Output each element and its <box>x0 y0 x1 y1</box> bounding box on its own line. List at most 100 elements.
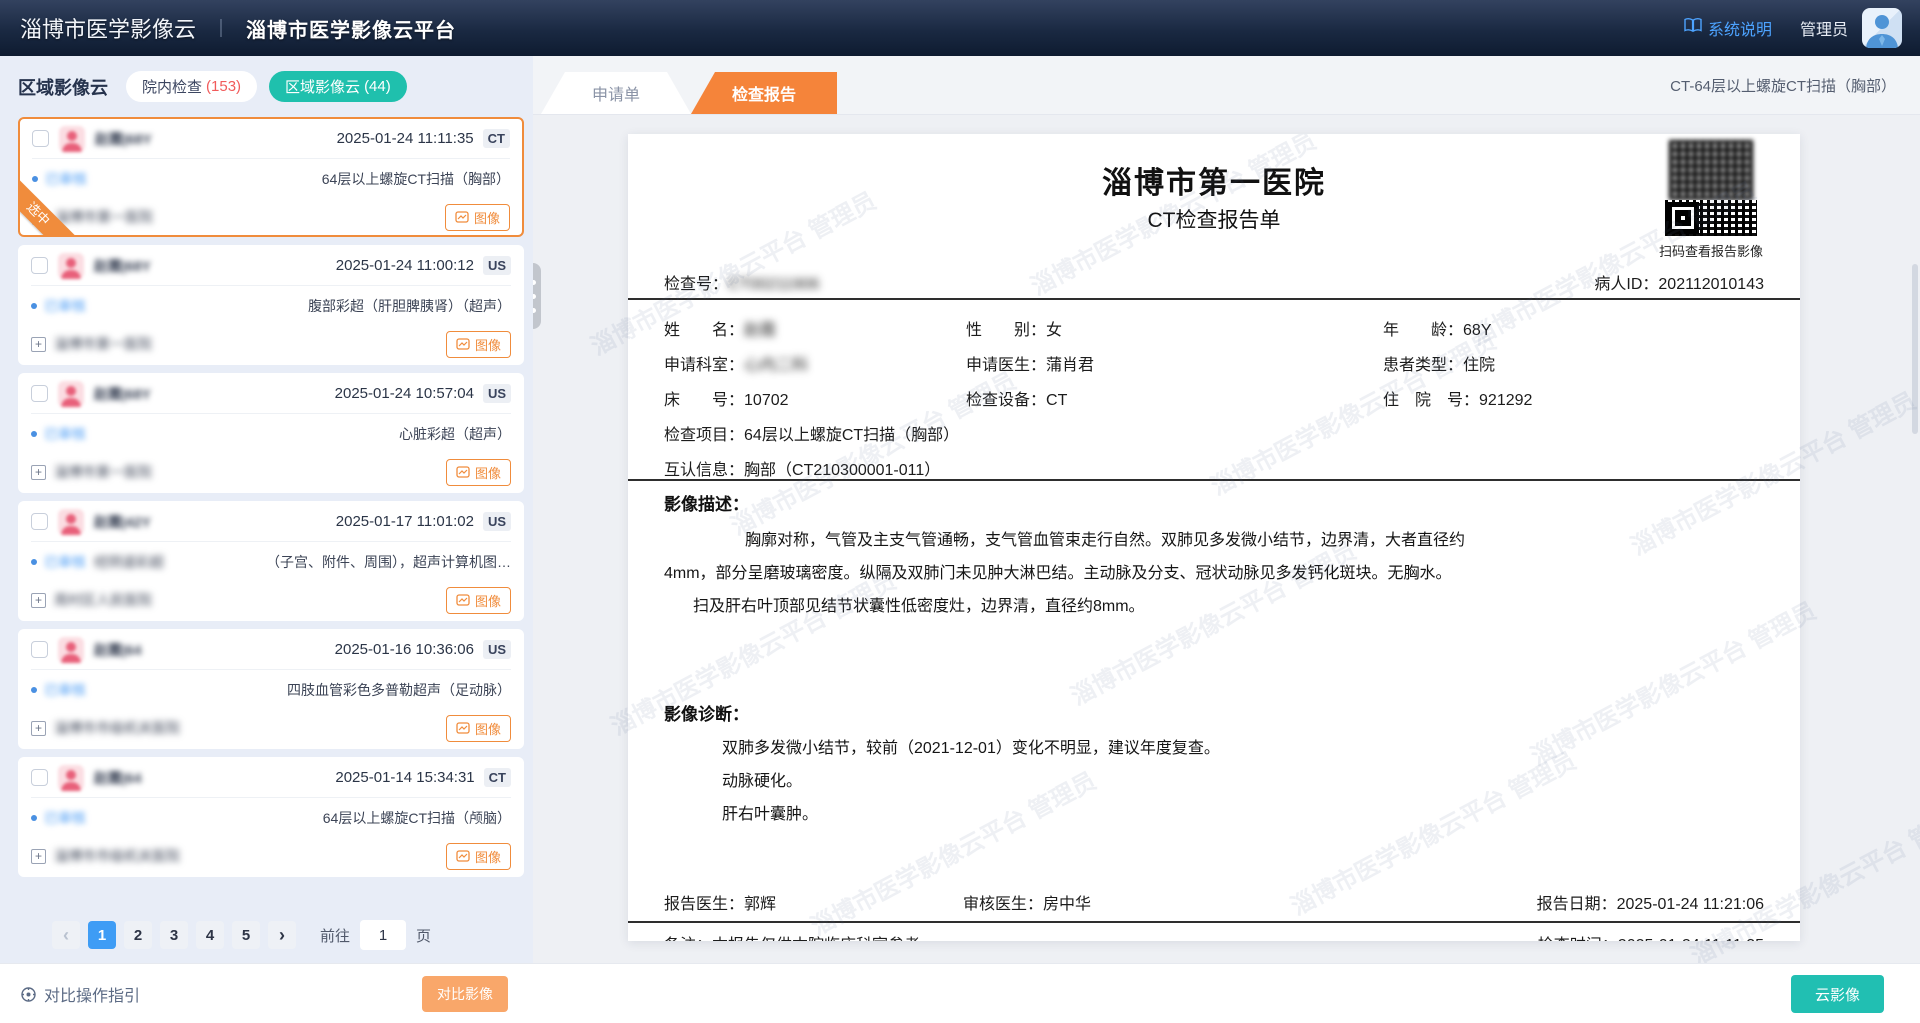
card-row-identity: 赵霞|64 2025-01-14 15:34:31 CT <box>31 758 511 798</box>
exam-number-row: 检查号：CT00211906 <box>664 270 819 294</box>
card-row-hospital: 淄博市市级机关医院 图像 <box>31 710 511 746</box>
tab-request-form[interactable]: 申请单 <box>541 72 691 114</box>
page-button-2[interactable]: 2 <box>124 921 152 949</box>
compare-guide-link[interactable]: 对比操作指引 <box>20 964 140 1023</box>
report-type-title: CT检查报告单 <box>628 204 1800 234</box>
current-exam-context: CT-64层以上螺旋CT扫描（胸部） <box>1670 56 1896 115</box>
note-text: 备注：本报告仅供本院临床科室参考 <box>664 937 920 941</box>
exam-datetime: 2025-01-24 11:11:35 <box>337 130 474 147</box>
next-page-button[interactable] <box>268 921 296 949</box>
field-department: 申请科室：心内二科 <box>664 351 966 375</box>
page-button-1[interactable]: 1 <box>88 921 116 949</box>
user-avatar[interactable] <box>1862 8 1902 48</box>
patient-avatar <box>58 509 84 535</box>
goto-page: 前往 页 <box>320 920 431 950</box>
patient-avatar <box>58 253 84 279</box>
sidebar-collapse-handle[interactable] <box>533 263 541 329</box>
report-paper: 淄博市第一医院 CT检查报告单 扫码查看报告影像 检查号：CT00211906 … <box>628 134 1800 941</box>
card-row-identity: 赵霞|68Y 2025-01-24 10:57:04 US <box>31 374 511 414</box>
tab-count: (153) <box>206 78 241 95</box>
cloud-images-button[interactable]: 云影像 <box>1791 975 1884 1013</box>
tab-in-hospital-exams[interactable]: 院内检查 (153) <box>126 71 257 102</box>
main-panel: 申请单 检查报告 CT-64层以上螺旋CT扫描（胸部） 淄博市第一医院 CT检查… <box>533 56 1920 1023</box>
review-doctor: 审核医生：房中华 <box>963 890 1091 914</box>
qr-code-block: 扫码查看报告影像 <box>1656 140 1766 260</box>
patient-name: 赵霞|64 <box>94 640 142 660</box>
card-checkbox[interactable] <box>31 257 48 274</box>
sidebar-header: 区域影像云 院内检查 (153) 区域影像云 (44) <box>0 56 533 115</box>
field-patient-type: 患者类型：住院 <box>1383 351 1764 375</box>
bottom-action-bar: 对比操作指引 对比影像 云影像 <box>0 963 1920 1023</box>
page-button-4[interactable]: 4 <box>196 921 224 949</box>
exam-card[interactable]: 赵霞|64 2025-01-14 15:34:31 CT 已审核 64层以上螺旋… <box>18 757 524 877</box>
diagnosis-line: 肝右叶囊肿。 <box>664 800 1764 824</box>
page-button-5[interactable]: 5 <box>232 921 260 949</box>
image-icon <box>456 594 470 606</box>
report-doctor: 报告医生：郭辉 <box>664 896 776 913</box>
exam-card[interactable]: 赵霞|68Y 2025-01-24 10:57:04 US 已审核 心脏彩超（超… <box>18 373 524 493</box>
description-line: 4mm，部分呈磨玻璃密度。纵隔及双肺门未见肿大淋巴结。主动脉及分支、冠状动脉见多… <box>664 559 1764 583</box>
modality-badge: CT <box>484 768 511 787</box>
prev-page-button[interactable] <box>52 921 80 949</box>
expand-icon[interactable] <box>31 465 46 480</box>
expand-icon[interactable] <box>31 849 46 864</box>
divider-line <box>628 921 1800 923</box>
card-row-hospital: 周村区人民医院 图像 <box>31 582 511 618</box>
card-checkbox[interactable] <box>31 641 48 658</box>
exam-status: 已审核 <box>44 680 86 700</box>
tab-exam-report[interactable]: 检查报告 <box>691 72 837 114</box>
exam-datetime: 2025-01-16 10:36:06 <box>335 641 474 658</box>
modality-badge: US <box>483 512 511 531</box>
divider-line <box>628 298 1800 300</box>
tab-regional-cloud[interactable]: 区域影像云 (44) <box>269 71 407 102</box>
exam-name: 64层以上螺旋CT扫描（颅脑） <box>323 808 511 828</box>
tab-label: 区域影像云 <box>285 76 360 97</box>
expand-icon[interactable] <box>31 593 46 608</box>
card-checkbox[interactable] <box>31 385 48 402</box>
card-checkbox[interactable] <box>32 130 49 147</box>
exam-card[interactable]: 赵霞|64 2025-01-16 10:36:06 US 已审核 四肢血管彩色多… <box>18 629 524 749</box>
view-images-button[interactable]: 图像 <box>446 587 511 614</box>
card-checkbox[interactable] <box>31 769 48 786</box>
exam-card[interactable]: 赵霞|42Y 2025-01-17 11:01:02 US 已审核 经阴道彩超 … <box>18 501 524 621</box>
view-images-button[interactable]: 图像 <box>445 204 510 231</box>
help-label: 系统说明 <box>1708 16 1772 40</box>
qr-code <box>1665 200 1757 236</box>
patient-avatar <box>58 381 84 407</box>
scrollbar-thumb[interactable] <box>1912 264 1918 434</box>
view-images-label: 图像 <box>475 335 501 354</box>
view-images-button[interactable]: 图像 <box>446 331 511 358</box>
status-dot <box>31 303 37 309</box>
card-row-exam: 已审核 64层以上螺旋CT扫描（颅脑） <box>31 798 511 838</box>
compare-images-button[interactable]: 对比影像 <box>422 976 508 1012</box>
system-help-link[interactable]: 系统说明 <box>1684 16 1772 40</box>
page-button-3[interactable]: 3 <box>160 921 188 949</box>
exam-status: 已审核 <box>45 169 87 189</box>
patient-name: 赵霞|42Y <box>94 512 151 532</box>
exam-name: 腹部彩超（肝胆脾胰肾）（超声） <box>308 296 511 316</box>
modality-badge: CT <box>483 129 510 148</box>
card-row-exam: 已审核 64层以上螺旋CT扫描（胸部） <box>32 159 510 199</box>
app-body: 区域影像云 院内检查 (153) 区域影像云 (44) 赵霞|68Y 2025-… <box>0 56 1920 1023</box>
expand-icon[interactable] <box>31 721 46 736</box>
exam-name: 64层以上螺旋CT扫描（胸部） <box>322 169 510 189</box>
username-label: 管理员 <box>1800 16 1848 40</box>
modality-badge: US <box>483 256 511 275</box>
patient-name: 赵霞|68Y <box>94 256 151 276</box>
view-images-button[interactable]: 图像 <box>446 715 511 742</box>
exam-card[interactable]: 赵霞|68Y 2025-01-24 11:11:35 CT 已审核 64层以上螺… <box>18 117 524 237</box>
report-note-row: 备注：本报告仅供本院临床科室参考 检查时间：2025-01-24 11:11:3… <box>664 931 1764 941</box>
view-images-button[interactable]: 图像 <box>446 459 511 486</box>
hospital-name: 淄博市第一医院 <box>54 462 152 482</box>
card-checkbox[interactable] <box>31 513 48 530</box>
tab-label: 院内检查 <box>142 76 202 97</box>
card-row-hospital: 淄博市市级机关医院 图像 <box>31 838 511 874</box>
view-images-label: 图像 <box>474 208 500 227</box>
view-images-button[interactable]: 图像 <box>446 843 511 870</box>
report-date: 报告日期：2025-01-24 11:21:06 <box>1537 890 1764 914</box>
goto-page-input[interactable] <box>360 920 406 950</box>
expand-icon[interactable] <box>31 337 46 352</box>
exam-card[interactable]: 赵霞|68Y 2025-01-24 11:00:12 US 已审核 腹部彩超（肝… <box>18 245 524 365</box>
status-dot <box>32 176 38 182</box>
card-row-identity: 赵霞|68Y 2025-01-24 11:00:12 US <box>31 246 511 286</box>
